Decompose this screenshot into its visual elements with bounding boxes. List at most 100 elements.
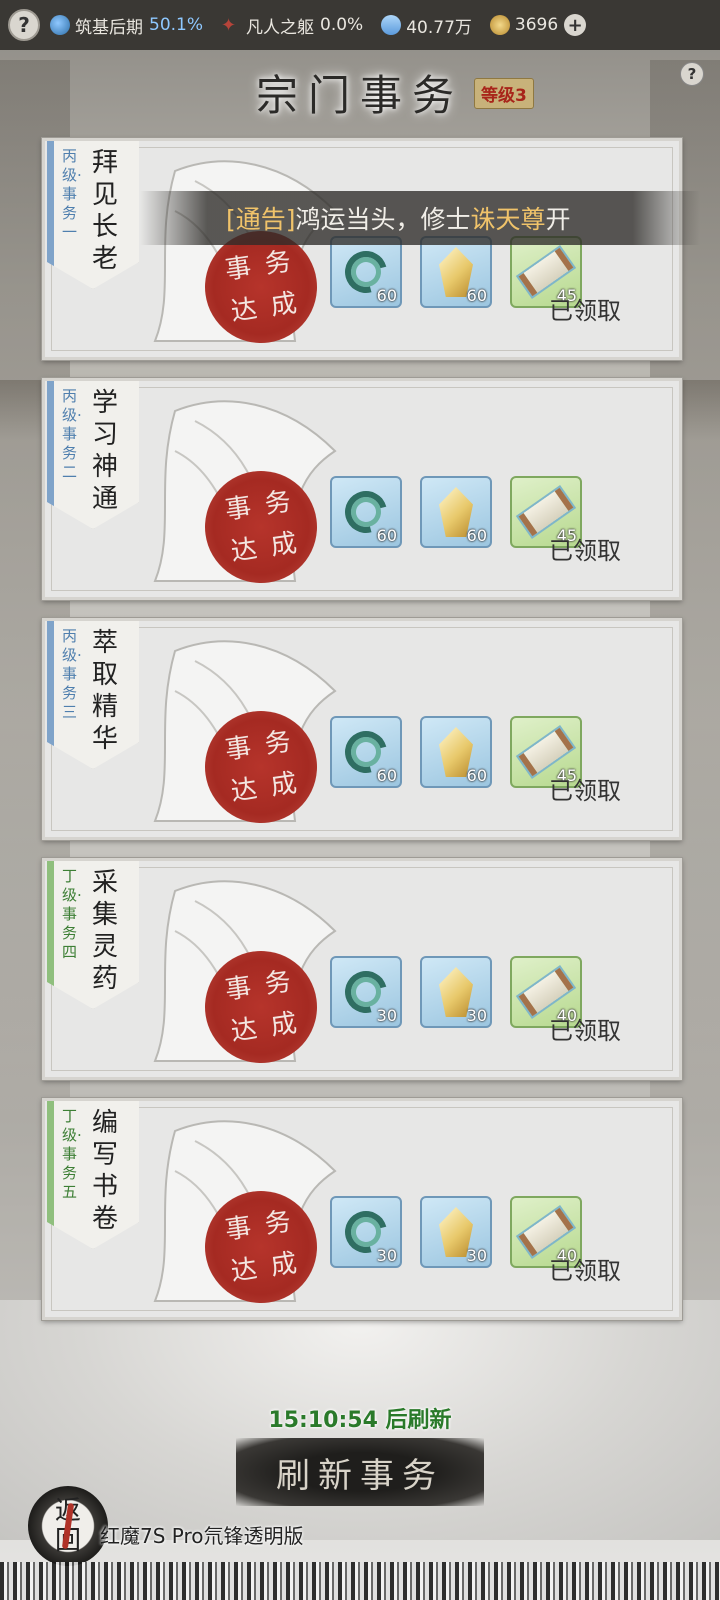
reward-item[interactable]: 60 bbox=[420, 716, 492, 788]
task-grade-ribbon: 丙级·事务一 拜见长老 bbox=[47, 141, 139, 289]
stamp-char: 成 bbox=[268, 768, 299, 802]
task-name: 萃取精华 bbox=[92, 628, 119, 754]
reward-quantity: 60 bbox=[376, 526, 397, 545]
reward-quantity: 60 bbox=[466, 766, 487, 785]
reward-quantity: 30 bbox=[376, 1246, 397, 1265]
body-cultivation-icon: ✦ bbox=[221, 15, 237, 36]
stamp-char: 达 bbox=[229, 773, 260, 808]
add-coin-button[interactable]: + bbox=[564, 14, 587, 36]
top-status-bar: ? 筑基后期 50.1% ✦ 凡人之躯 0.0% 40.77万 3696 + bbox=[0, 0, 720, 50]
task-grade: 丙级·事务三 bbox=[62, 627, 82, 721]
reward-item[interactable]: 30 bbox=[420, 1196, 492, 1268]
task-name: 拜见长老 bbox=[92, 148, 119, 274]
reward-list: 30 30 40 bbox=[330, 956, 582, 1028]
sect-level-badge: 等级3 bbox=[474, 78, 534, 109]
coin-icon bbox=[489, 15, 510, 35]
realm-name: 筑基后期 bbox=[75, 17, 143, 38]
stamp-char: 务 bbox=[262, 726, 293, 761]
realm-progress: 50.1% bbox=[149, 15, 204, 35]
task-name: 采集灵药 bbox=[92, 868, 119, 994]
realm-stat[interactable]: 筑基后期 50.1% bbox=[50, 13, 203, 38]
reward-quantity: 60 bbox=[466, 286, 487, 305]
stamp-char: 成 bbox=[268, 288, 299, 322]
stamp-char: 务 bbox=[262, 486, 293, 521]
reward-quantity: 30 bbox=[466, 1246, 487, 1265]
reward-quantity: 60 bbox=[376, 766, 397, 785]
reward-quantity: 60 bbox=[376, 286, 397, 305]
spirit-stone-count: 40.77万 bbox=[406, 17, 472, 38]
claimed-status: 已领取 bbox=[549, 1257, 621, 1285]
realm-icon bbox=[50, 15, 70, 35]
announcement-text: 鸿运当头，修士 bbox=[295, 205, 471, 234]
stamp-char: 达 bbox=[229, 1013, 260, 1048]
reward-item[interactable]: 60 bbox=[330, 476, 402, 548]
coin-count: 3696 bbox=[514, 15, 559, 35]
announcement-tag: [通告] bbox=[226, 205, 296, 234]
reward-quantity: 30 bbox=[376, 1006, 397, 1025]
announcement-banner: [通告] 鸿运当头，修士 诛天尊 开 bbox=[140, 191, 700, 245]
reward-item[interactable]: 60 bbox=[330, 236, 402, 308]
task-card: 丙级·事务二 学习神通 事 务 达 成 60 60 45 已领取 bbox=[41, 377, 683, 601]
reward-item[interactable]: 60 bbox=[330, 716, 402, 788]
announcement-text-end: 开 bbox=[545, 205, 571, 234]
task-card: 丁级·事务四 采集灵药 事 务 达 成 30 30 40 已领取 bbox=[41, 857, 683, 1081]
reward-list: 60 60 45 bbox=[330, 716, 582, 788]
reward-quantity: 60 bbox=[466, 526, 487, 545]
page-title: 宗门事务 bbox=[255, 71, 464, 120]
coin-stat[interactable]: 3696 + bbox=[489, 14, 587, 36]
task-grade: 丙级·事务二 bbox=[62, 387, 82, 481]
stamp-char: 事 bbox=[223, 492, 254, 526]
stamp-char: 达 bbox=[229, 1253, 260, 1288]
task-grade-ribbon: 丁级·事务四 采集灵药 bbox=[47, 861, 139, 1009]
body-name: 凡人之躯 bbox=[246, 17, 315, 38]
reward-list: 60 60 45 bbox=[330, 476, 582, 548]
task-card: 丙级·事务三 萃取精华 事 务 达 成 60 60 45 已领取 bbox=[41, 617, 683, 841]
reward-item[interactable]: 30 bbox=[330, 956, 402, 1028]
body-progress: 0.0% bbox=[320, 15, 364, 35]
task-card: 丙级·事务一 拜见长老 事 务 达 成 60 60 45 已领取 bbox=[41, 137, 683, 361]
refresh-countdown: 15:10:54 后刷新 bbox=[268, 1408, 452, 1433]
stamp-char: 务 bbox=[262, 966, 293, 1001]
task-grade-ribbon: 丙级·事务三 萃取精华 bbox=[47, 621, 139, 769]
stamp-char: 达 bbox=[229, 293, 260, 328]
stamp-char: 务 bbox=[262, 1206, 293, 1241]
claimed-status: 已领取 bbox=[549, 1017, 621, 1045]
claimed-status: 已领取 bbox=[549, 777, 621, 805]
stamp-char: 成 bbox=[268, 528, 299, 562]
reward-item[interactable]: 60 bbox=[420, 236, 492, 308]
stamp-char: 达 bbox=[229, 533, 260, 568]
task-list: 丙级·事务一 拜见长老 事 务 达 成 60 60 45 已领取 丙级·事务二 … bbox=[41, 137, 683, 1338]
task-grade: 丁级·事务四 bbox=[62, 867, 82, 961]
task-name: 编写书卷 bbox=[92, 1108, 119, 1234]
task-grade: 丁级·事务五 bbox=[62, 1107, 82, 1201]
claimed-status: 已领取 bbox=[549, 297, 621, 325]
claimed-status: 已领取 bbox=[549, 537, 621, 565]
announcement-player-name: 诛天尊 bbox=[470, 205, 546, 234]
reward-list: 60 60 45 bbox=[330, 236, 582, 308]
page-help-button[interactable]: ? bbox=[680, 62, 704, 86]
stamp-char: 事 bbox=[223, 252, 254, 286]
bottom-noise-strip bbox=[0, 1562, 720, 1600]
body-stat[interactable]: ✦ 凡人之躯 0.0% bbox=[221, 13, 363, 38]
stamp-char: 事 bbox=[223, 972, 254, 1006]
reward-item[interactable]: 30 bbox=[330, 1196, 402, 1268]
device-watermark: 红魔7S Pro氘锋透明版 bbox=[100, 1524, 304, 1548]
stamp-char: 事 bbox=[223, 732, 254, 766]
reward-list: 30 30 40 bbox=[330, 1196, 582, 1268]
back-button[interactable]: 返 回 bbox=[28, 1486, 108, 1566]
task-grade: 丙级·事务一 bbox=[62, 147, 82, 241]
spirit-stone-stat[interactable]: 40.77万 bbox=[377, 10, 472, 40]
reward-item[interactable]: 60 bbox=[420, 476, 492, 548]
stamp-char: 务 bbox=[262, 246, 293, 281]
refresh-tasks-button[interactable]: 刷新事务 bbox=[236, 1438, 484, 1506]
reward-quantity: 30 bbox=[466, 1006, 487, 1025]
stamp-char: 事 bbox=[223, 1212, 254, 1246]
stamp-char: 成 bbox=[268, 1008, 299, 1042]
task-card: 丁级·事务五 编写书卷 事 务 达 成 30 30 40 已领取 bbox=[41, 1097, 683, 1321]
task-grade-ribbon: 丙级·事务二 学习神通 bbox=[47, 381, 139, 529]
reward-item[interactable]: 30 bbox=[420, 956, 492, 1028]
help-button[interactable]: ? bbox=[8, 9, 40, 41]
task-grade-ribbon: 丁级·事务五 编写书卷 bbox=[47, 1101, 139, 1249]
spirit-stone-icon bbox=[377, 10, 406, 40]
task-name: 学习神通 bbox=[92, 388, 119, 514]
